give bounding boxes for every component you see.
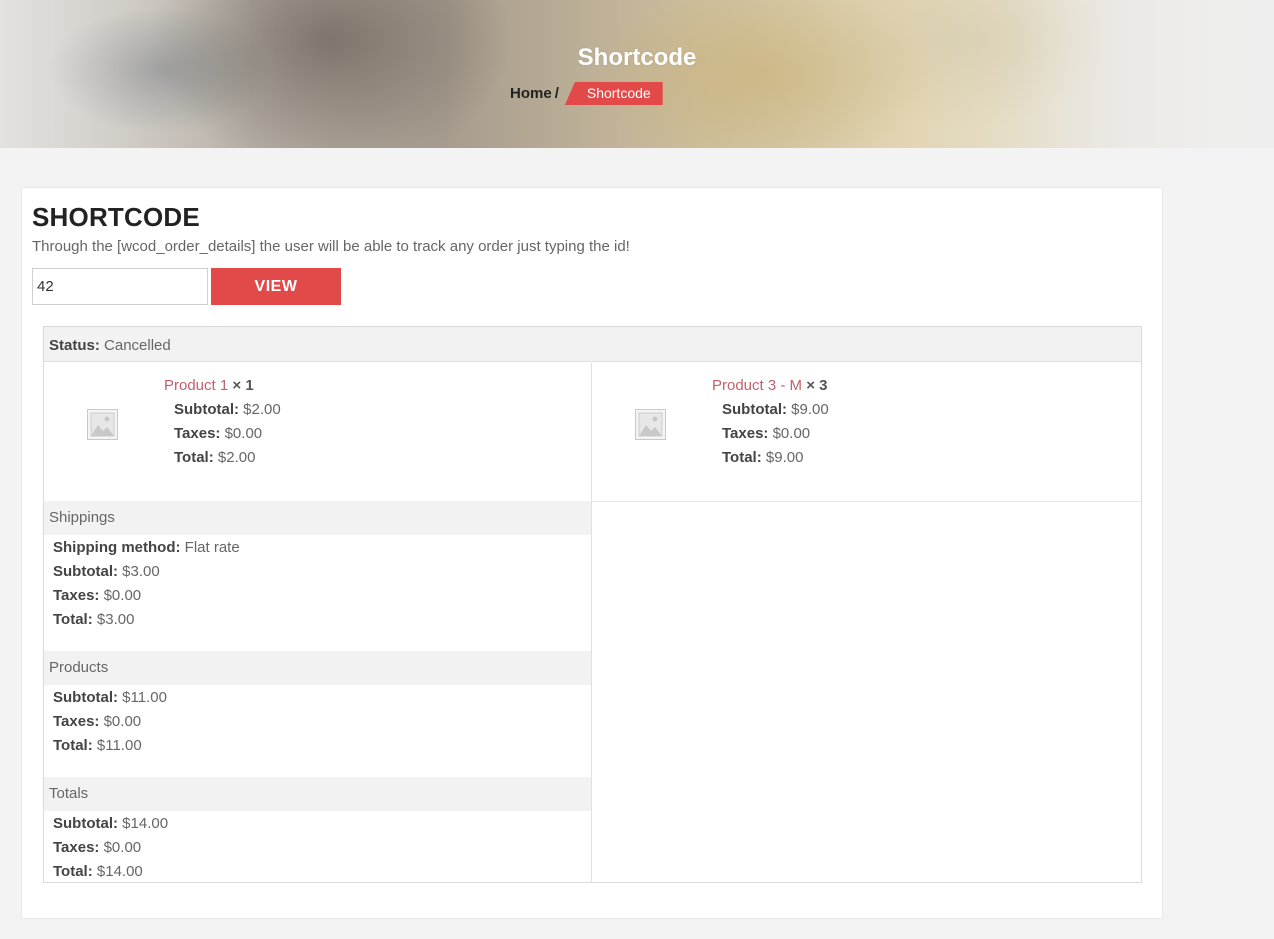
status-label: Status: <box>49 337 100 354</box>
item-title: Product 1 × 1 <box>164 377 254 394</box>
breadcrumb: Home / Shortcode <box>510 82 663 105</box>
order-details: Status: Cancelled Product 1 × 1 Subtotal… <box>43 326 1142 883</box>
item-quantity: × 1 <box>232 377 254 394</box>
total-value: $9.00 <box>765 449 804 466</box>
total-label: Total: <box>53 737 93 754</box>
breadcrumb-separator: / <box>554 85 559 102</box>
shipping-taxes: Taxes: $0.00 <box>53 587 141 604</box>
item-divider <box>592 501 1141 502</box>
subtotal-value: $3.00 <box>122 563 160 580</box>
taxes-value: $0.00 <box>103 587 142 604</box>
shipping-method-value: Flat rate <box>184 539 240 556</box>
item-subtotal: Subtotal: $9.00 <box>722 401 829 418</box>
subtotal-value: $9.00 <box>791 401 829 418</box>
shipping-method: Shipping method: Flat rate <box>53 539 240 556</box>
taxes-label: Taxes: <box>174 425 221 442</box>
shipping-subtotal: Subtotal: $3.00 <box>53 563 160 580</box>
shipping-method-label: Shipping method: <box>53 539 181 556</box>
products-subtotal: Subtotal: $11.00 <box>53 689 167 706</box>
total-value: $11.00 <box>96 737 142 754</box>
page-title: SHORTCODE <box>32 202 200 232</box>
taxes-label: Taxes: <box>53 713 100 730</box>
subtotal-value: $2.00 <box>243 401 281 418</box>
order-id-input[interactable] <box>32 268 208 305</box>
totals-total: Total: $14.00 <box>53 863 143 880</box>
status-value: Cancelled <box>104 337 171 354</box>
subtotal-label: Subtotal: <box>53 563 118 580</box>
taxes-label: Taxes: <box>53 587 100 604</box>
totals-heading: Totals <box>44 777 591 811</box>
products-total: Total: $11.00 <box>53 737 142 754</box>
total-label: Total: <box>53 611 93 628</box>
taxes-value: $0.00 <box>772 425 811 442</box>
item-taxes: Taxes: $0.00 <box>174 425 262 442</box>
taxes-value: $0.00 <box>224 425 263 442</box>
subtotal-label: Subtotal: <box>53 815 118 832</box>
item-quantity: × 3 <box>806 377 828 394</box>
products-heading: Products <box>44 651 591 685</box>
item-taxes: Taxes: $0.00 <box>722 425 810 442</box>
shipping-total: Total: $3.00 <box>53 611 134 628</box>
item-total: Total: $2.00 <box>174 449 255 466</box>
page-description: Through the [wcod_order_details] the use… <box>32 238 630 255</box>
totals-subtotal: Subtotal: $14.00 <box>53 815 168 832</box>
total-value: $14.00 <box>96 863 143 880</box>
subtotal-value: $14.00 <box>122 815 169 832</box>
taxes-label: Taxes: <box>53 839 100 856</box>
item-title: Product 3 - M × 3 <box>712 377 827 394</box>
subtotal-label: Subtotal: <box>53 689 118 706</box>
product-link[interactable]: Product 1 <box>164 377 228 394</box>
taxes-value: $0.00 <box>103 839 142 856</box>
item-subtotal: Subtotal: $2.00 <box>174 401 281 418</box>
subtotal-value: $11.00 <box>122 689 167 706</box>
breadcrumb-home-link[interactable]: Home <box>510 85 552 102</box>
total-label: Total: <box>53 863 93 880</box>
view-button[interactable]: VIEW <box>211 268 341 305</box>
products-taxes: Taxes: $0.00 <box>53 713 141 730</box>
subtotal-label: Subtotal: <box>174 401 239 418</box>
taxes-value: $0.00 <box>103 713 142 730</box>
placeholder-image-icon <box>635 409 666 440</box>
content-card: SHORTCODE Through the [wcod_order_detail… <box>21 187 1163 919</box>
total-label: Total: <box>722 449 762 466</box>
hero-title: Shortcode <box>577 44 697 71</box>
order-item: Product 3 - M × 3 Subtotal: $9.00 Taxes:… <box>592 363 1139 501</box>
total-value: $3.00 <box>96 611 135 628</box>
breadcrumb-current: Shortcode <box>564 82 663 105</box>
totals-taxes: Taxes: $0.00 <box>53 839 141 856</box>
placeholder-image-icon <box>87 409 118 440</box>
order-item: Product 1 × 1 Subtotal: $2.00 Taxes: $0.… <box>44 363 591 501</box>
total-value: $2.00 <box>217 449 256 466</box>
hero-banner: Shortcode Home / Shortcode <box>0 0 1274 148</box>
subtotal-label: Subtotal: <box>722 401 787 418</box>
item-total: Total: $9.00 <box>722 449 803 466</box>
product-link[interactable]: Product 3 - M <box>712 377 802 394</box>
total-label: Total: <box>174 449 214 466</box>
taxes-label: Taxes: <box>722 425 769 442</box>
shippings-heading: Shippings <box>44 501 591 535</box>
status-row: Status: Cancelled <box>44 327 1141 362</box>
